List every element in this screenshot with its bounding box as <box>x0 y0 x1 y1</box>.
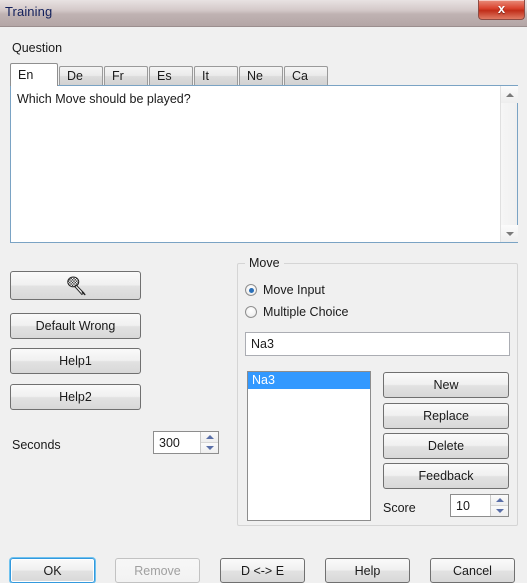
tab-it[interactable]: It <box>194 66 238 85</box>
default-wrong-label: Default Wrong <box>35 319 116 333</box>
tab-ne[interactable]: Ne <box>239 66 283 85</box>
microphone-icon <box>66 275 86 295</box>
radio-multiple-choice[interactable]: Multiple Choice <box>245 305 348 319</box>
score-label: Score <box>383 501 416 515</box>
score-decrement-icon[interactable] <box>491 506 508 516</box>
radio-move-input[interactable]: Move Input <box>245 283 325 297</box>
scroll-down-arrow-icon[interactable] <box>501 225 518 242</box>
feedback-button[interactable]: Feedback <box>383 463 509 489</box>
delete-label: Delete <box>427 439 465 453</box>
seconds-value[interactable]: 300 <box>154 432 200 453</box>
language-tabs: En De Fr Es It Ne Ca <box>10 63 329 86</box>
answer-input[interactable]: Na3 <box>245 332 510 356</box>
dialog-client-area: Question En De Fr Es It Ne Ca Which Move… <box>0 27 527 583</box>
tab-de-label: De <box>67 69 83 83</box>
title-bar: Training x <box>0 0 527 27</box>
question-text: Which Move should be played? <box>17 92 191 106</box>
record-audio-button[interactable] <box>10 271 141 300</box>
cancel-label: Cancel <box>453 563 492 578</box>
tab-ca[interactable]: Ca <box>284 66 328 85</box>
list-item[interactable]: Na3 <box>248 372 370 389</box>
seconds-spinner-arrows <box>200 432 218 453</box>
new-button[interactable]: New <box>383 372 509 398</box>
close-x-icon: x <box>497 1 506 16</box>
help-label: Help <box>354 563 381 578</box>
seconds-decrement-icon[interactable] <box>201 443 218 453</box>
radio-move-input-icon <box>245 284 257 296</box>
tab-fr[interactable]: Fr <box>104 66 148 85</box>
question-scrollbar[interactable] <box>500 86 518 242</box>
help1-button[interactable]: Help1 <box>10 348 141 374</box>
delete-button[interactable]: Delete <box>383 433 509 459</box>
tab-de[interactable]: De <box>59 66 103 85</box>
help2-label: Help2 <box>59 390 92 404</box>
tab-ne-label: Ne <box>247 69 263 83</box>
remove-label: Remove <box>134 563 181 578</box>
tab-en[interactable]: En <box>10 63 58 86</box>
swap-d-e-button[interactable]: D <-> E <box>220 558 305 583</box>
replace-label: Replace <box>423 409 469 423</box>
ok-button[interactable]: OK <box>10 558 95 583</box>
score-value[interactable]: 10 <box>451 495 490 516</box>
move-groupbox-title: Move <box>245 256 284 270</box>
replace-button[interactable]: Replace <box>383 403 509 429</box>
radio-move-input-label: Move Input <box>263 283 325 297</box>
score-spinner-arrows <box>490 495 508 516</box>
window-title: Training <box>5 4 53 19</box>
seconds-increment-icon[interactable] <box>201 432 218 443</box>
ok-label: OK <box>43 563 62 578</box>
score-spinner[interactable]: 10 <box>450 494 509 517</box>
tab-it-label: It <box>202 69 209 83</box>
tab-fr-label: Fr <box>112 69 124 83</box>
answers-listbox[interactable]: Na3 <box>247 371 371 521</box>
help1-label: Help1 <box>59 354 92 368</box>
question-textarea[interactable]: Which Move should be played? <box>10 85 518 243</box>
seconds-label: Seconds <box>12 438 61 452</box>
seconds-spinner[interactable]: 300 <box>153 431 219 454</box>
new-label: New <box>433 378 459 392</box>
default-wrong-button[interactable]: Default Wrong <box>10 313 141 339</box>
swap-d-e-label: D <-> E <box>240 563 285 578</box>
tab-es-label: Es <box>157 69 172 83</box>
close-button[interactable]: x <box>478 0 525 20</box>
help-button[interactable]: Help <box>325 558 410 583</box>
scroll-up-arrow-icon[interactable] <box>501 86 518 103</box>
cancel-button[interactable]: Cancel <box>430 558 515 583</box>
remove-button: Remove <box>115 558 200 583</box>
feedback-label: Feedback <box>418 469 474 483</box>
radio-multiple-choice-label: Multiple Choice <box>263 305 349 319</box>
help2-button[interactable]: Help2 <box>10 384 141 410</box>
tab-es[interactable]: Es <box>149 66 193 85</box>
tab-ca-label: Ca <box>292 69 308 83</box>
training-dialog: Training x Question En De Fr Es It Ne Ca… <box>0 0 527 583</box>
question-section-label: Question <box>12 41 63 55</box>
tab-en-label: En <box>18 68 34 82</box>
score-increment-icon[interactable] <box>491 495 508 506</box>
radio-multiple-choice-icon <box>245 306 257 318</box>
